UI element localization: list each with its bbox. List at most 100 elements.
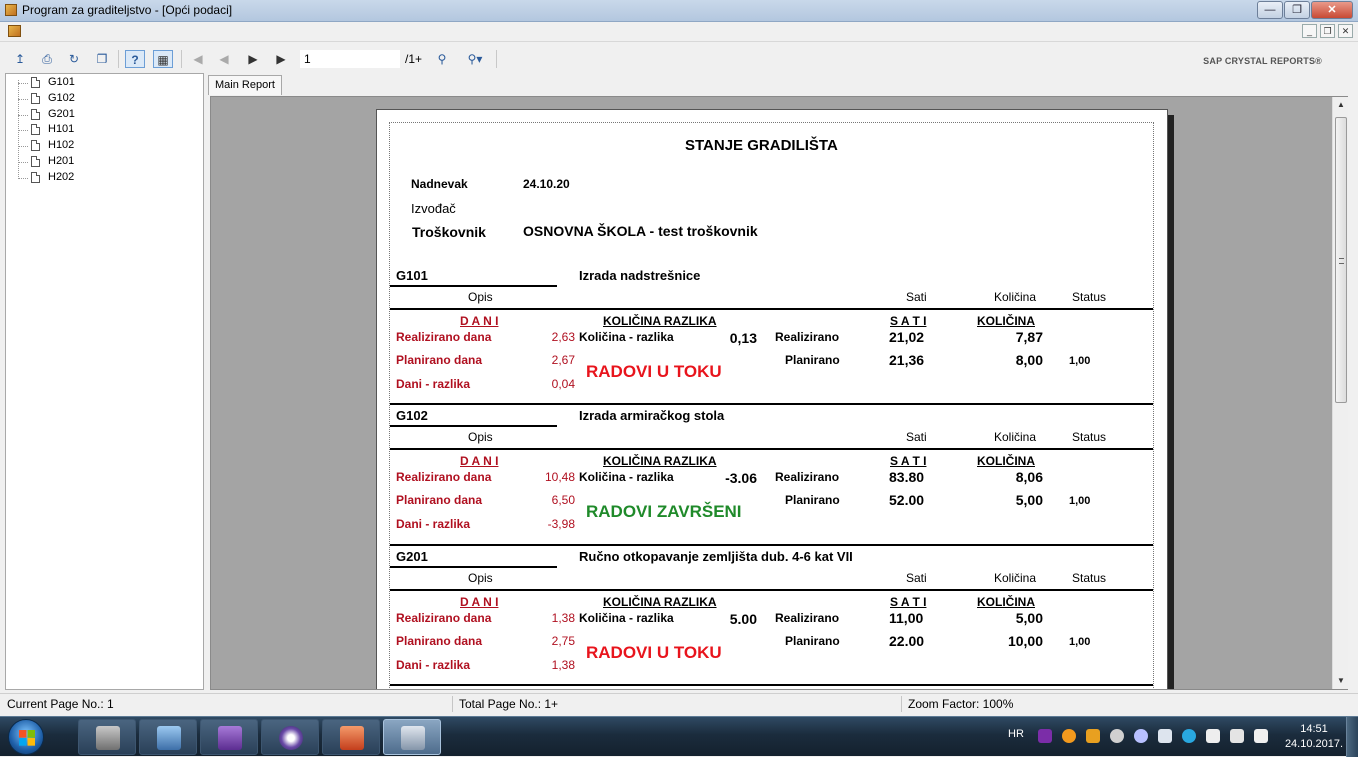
status-value: 1,00 [1069,355,1091,367]
document-icon [31,171,40,183]
task-app-1[interactable] [78,719,136,755]
page-count: /1+ [405,52,423,66]
tree-item-label: G101 [48,76,75,88]
tree-item-g102[interactable]: G102 [18,91,118,107]
nadnevak-label: Nadnevak [411,177,468,191]
tree-item-label: H102 [48,139,75,152]
copy-icon[interactable]: ❐ [92,50,112,68]
export-icon[interactable]: ↥ [10,50,30,68]
kolicina-realizirano-value: 5,00 [1015,609,1043,626]
work-state-label: RADOVI U TOKU [586,362,722,381]
col-opis-header: Opis [468,290,493,304]
volume-icon[interactable] [1230,729,1244,743]
task-app-4[interactable] [261,719,319,755]
sati-planirano-value: 21,36 [889,352,925,368]
minimize-button[interactable]: — [1257,1,1283,19]
document-icon [31,92,40,104]
app-icon [5,4,17,16]
col-kolicina-header: Količina [994,570,1037,585]
network-icon[interactable] [1254,729,1268,743]
sati-realizirano-value: 83.80 [889,469,925,486]
onenote-icon[interactable] [1038,729,1052,743]
tree-item-g201[interactable]: G201 [18,107,118,123]
first-page-icon[interactable]: ◀ [188,50,208,68]
tree-item-label: G201 [48,107,75,120]
col-sati-header: Sati [906,430,927,445]
next-page-icon[interactable]: ▶ [243,50,263,68]
group-section: G101 Izrada nadstrešnice Opis Sati Količina S… [390,263,1155,403]
realizirano-dana-label: Realizirano dana [396,610,492,625]
window-title: Program za graditeljstvo - [Opći podaci] [22,3,233,17]
planirano-label: Planirano [785,633,840,648]
help-icon[interactable]: ? [125,50,145,68]
tree-item-h201[interactable]: H201 [18,154,118,170]
orange-tray-icon[interactable] [1062,729,1076,743]
status-value: 1,00 [1069,495,1091,508]
current-page-status: Current Page No.: 1 [7,697,114,711]
tab-main-report[interactable]: Main Report [208,75,282,95]
task-program-graditeljstvo[interactable] [383,719,441,755]
mdi-bar: _ ❐ ✕ [0,22,1358,42]
clock-date: 24.10.2017. [1284,738,1344,750]
print-icon[interactable]: ⎙ [37,50,57,68]
skype-tray-icon[interactable] [1182,729,1196,743]
header-rule [390,308,1153,310]
tree-item-label: H201 [48,155,75,167]
mdi-child-icon[interactable] [8,25,21,37]
report-title: STANJE GRADILIŠTA [685,137,838,154]
kolicina-razlika-header: KOLIČINA RAZLIKA [603,314,717,328]
sati-realizirano-value: 21,02 [889,329,925,345]
kolicina-razlika-value: -3.06 [725,470,757,487]
start-button[interactable] [8,719,44,755]
tree-item-h102[interactable]: H102 [18,138,118,154]
monitor-tray-icon[interactable] [1158,729,1172,743]
group-description: Ručno otkopavanje zemljišta dub. 4-6 kat… [579,548,853,564]
gray-tray-icon[interactable] [1110,729,1124,743]
find-icon[interactable]: ⚲ [432,50,452,68]
flag-icon[interactable] [1206,729,1220,743]
header-rule [390,588,1153,591]
nadnevak-value: 24.10.20 [523,177,570,191]
task-powerpoint[interactable] [322,719,380,755]
prev-page-icon[interactable]: ◀ [214,50,234,68]
group-tree-icon[interactable]: ▦ [153,50,173,68]
language-indicator[interactable]: HR [1008,728,1024,740]
document-icon [31,156,40,167]
zoom-icon[interactable]: ⚲▾ [460,50,490,68]
mdi-close-button[interactable]: ✕ [1338,24,1353,38]
close-button[interactable]: ✕ [1311,1,1353,19]
zoom-status: Zoom Factor: 100% [908,697,1014,711]
tree-item-h101[interactable]: H101 [18,122,118,138]
tree-item-g101[interactable]: G101 [18,75,118,91]
dani-header: D A N I [460,594,499,609]
mdi-minimize-button[interactable]: _ [1302,24,1317,38]
task-app-2[interactable] [139,719,197,755]
sap-brand: SAP CRYSTAL REPORTS® [1203,56,1322,66]
realizirano-label: Realizirano [775,610,840,625]
scroll-thumb[interactable] [1335,117,1347,403]
planirano-dana-value: 2,75 [551,633,575,648]
sati-header: S A T I [890,594,927,609]
realizirano-dana-value: 10,48 [544,470,575,485]
col-opis-header: Opis [468,570,493,585]
group-section: G201 Ručno otkopavanje zemljišta dub. 4-6… [390,543,1155,684]
last-page-icon[interactable]: ▶ [271,50,291,68]
monitor-icon [96,726,120,750]
scroll-up-icon[interactable]: ▲ [1333,97,1349,113]
clock[interactable]: 14:51 24.10.2017. [1282,722,1346,752]
page-number-input[interactable]: 1 [300,50,400,68]
folder-tray-icon[interactable] [1086,729,1100,743]
kolicina-razlika-header: KOLIČINA RAZLIKA [603,594,717,609]
vertical-scrollbar[interactable]: ▲ ▼ [1332,97,1348,689]
chrome-tray-icon[interactable] [1134,729,1148,743]
mdi-restore-button[interactable]: ❐ [1320,24,1335,38]
show-desktop-button[interactable] [1346,717,1358,757]
dani-razlika-label: Dani - razlika [396,377,471,391]
col-status-header: Status [1072,430,1107,445]
maximize-button[interactable]: ❐ [1284,1,1310,19]
refresh-icon[interactable]: ↻ [64,50,84,68]
tree-item-h202[interactable]: H202 [18,170,118,186]
scroll-down-icon[interactable]: ▼ [1333,673,1349,689]
task-visual-studio[interactable] [200,719,258,755]
planirano-label: Planirano [785,493,840,508]
